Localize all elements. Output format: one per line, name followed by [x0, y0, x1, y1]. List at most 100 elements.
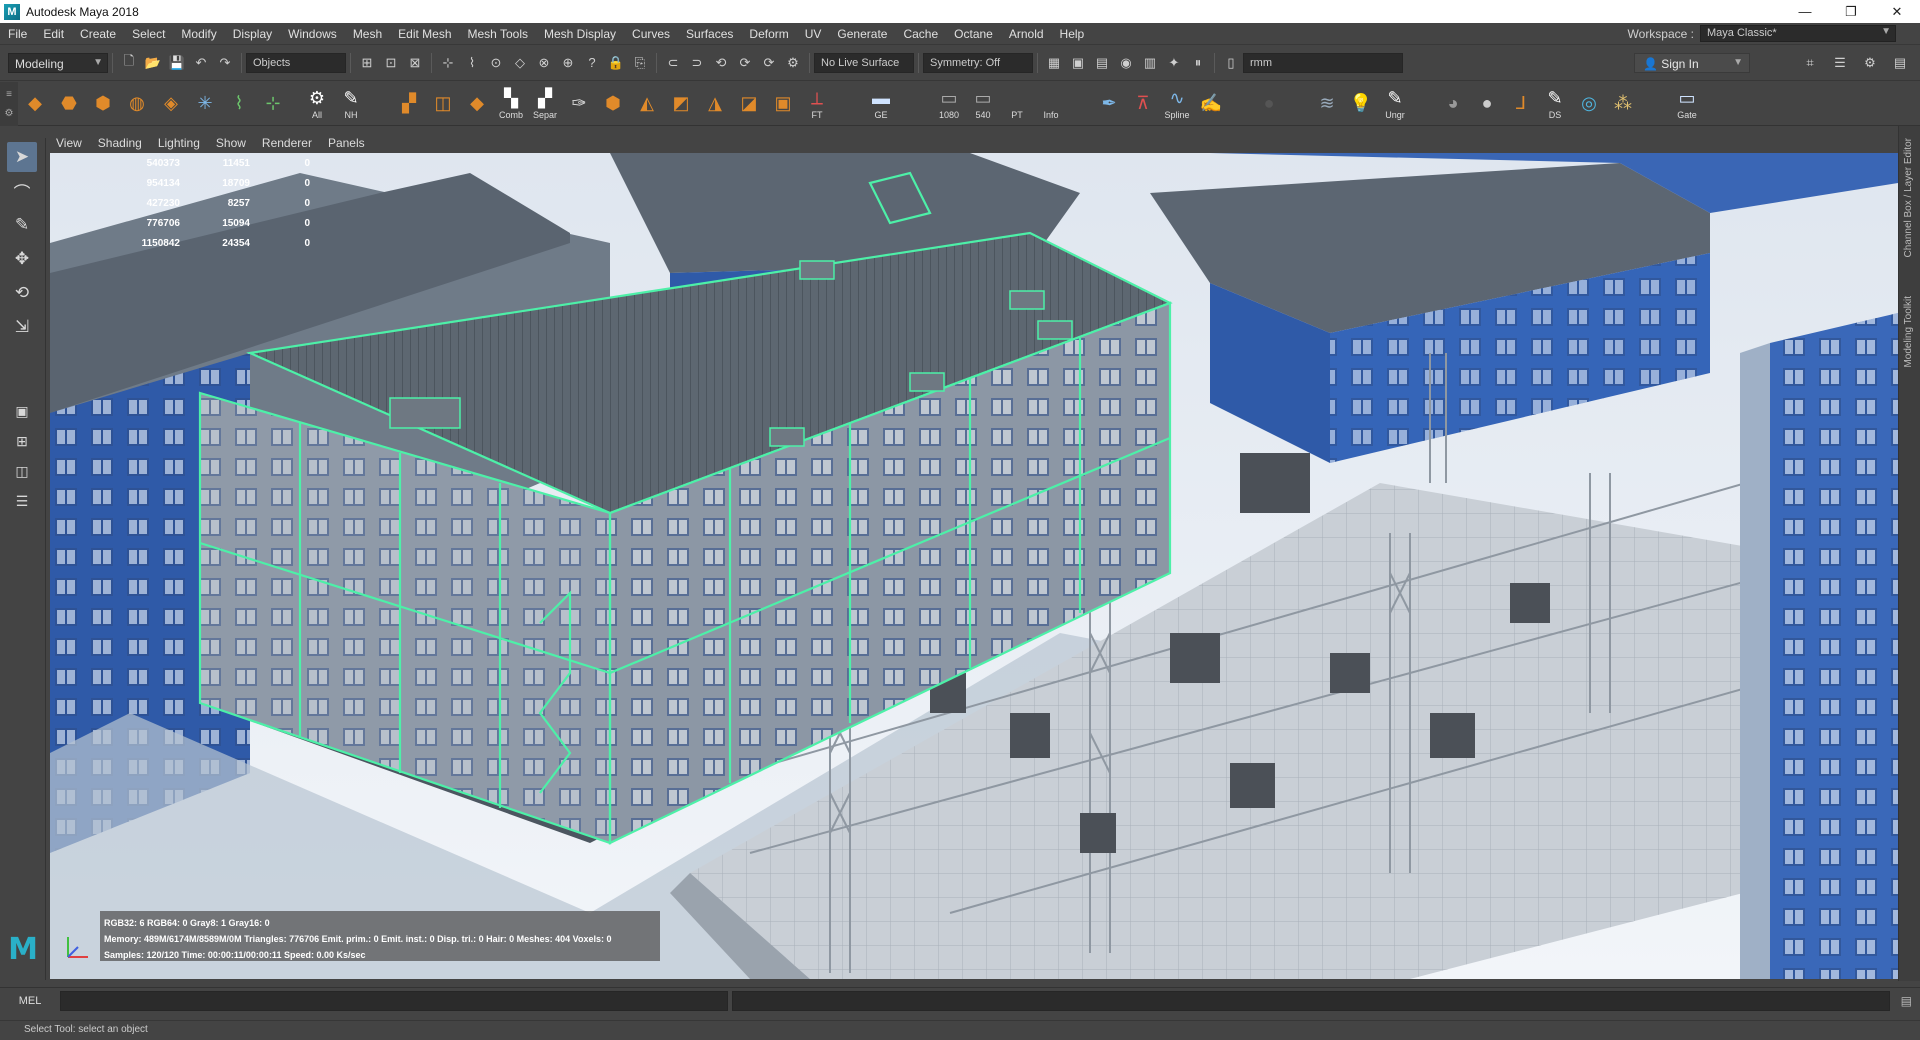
- menu-help[interactable]: Help: [1052, 27, 1093, 41]
- shelf-all-button[interactable]: ⚙ All: [300, 84, 334, 124]
- menu-edit[interactable]: Edit: [35, 27, 72, 41]
- shelf-cube-button[interactable]: ◈: [154, 84, 188, 124]
- shelf-ge-button[interactable]: ▬ GE: [864, 84, 898, 124]
- menu-mesh[interactable]: Mesh: [345, 27, 390, 41]
- menu-surfaces[interactable]: Surfaces: [678, 27, 741, 41]
- hypershade-icon[interactable]: ◉: [1116, 53, 1136, 73]
- menu-deform[interactable]: Deform: [741, 27, 796, 41]
- shelf-ring-button[interactable]: ◎: [1572, 84, 1606, 124]
- selection-mask-dropdown[interactable]: Objects: [246, 52, 346, 73]
- shelf-ep-button[interactable]: ⊼: [1126, 84, 1160, 124]
- history-icon[interactable]: ⎘: [630, 53, 650, 73]
- shelf-comb-button[interactable]: ▚ Comb: [494, 84, 528, 124]
- select-component-icon[interactable]: ⊠: [405, 53, 425, 73]
- panel-menu-show[interactable]: Show: [208, 136, 254, 150]
- light-editor-icon[interactable]: ✦: [1164, 53, 1184, 73]
- select-hierarchy-icon[interactable]: ⊞: [357, 53, 377, 73]
- shelf-poly-button[interactable]: ⬣: [52, 84, 86, 124]
- attribute-editor-icon[interactable]: ☰: [1830, 53, 1850, 73]
- render-setup-icon[interactable]: ▥: [1140, 53, 1160, 73]
- menu-curves[interactable]: Curves: [624, 27, 678, 41]
- new-scene-icon[interactable]: 🗋: [119, 53, 139, 73]
- minimize-button[interactable]: —: [1782, 0, 1828, 23]
- shelf-info-button[interactable]: Info: [1034, 84, 1068, 124]
- menu-generate[interactable]: Generate: [829, 27, 895, 41]
- close-button[interactable]: ✕: [1874, 0, 1920, 23]
- panel-menu-view[interactable]: View: [48, 136, 90, 150]
- menu-display[interactable]: Display: [225, 27, 280, 41]
- shelf-box-button[interactable]: ▣: [766, 84, 800, 124]
- shelf-bridge-button[interactable]: ◫: [426, 84, 460, 124]
- scale-tool-icon[interactable]: ⇲: [7, 312, 37, 342]
- snap-vertex-icon[interactable]: ⊕: [558, 53, 578, 73]
- shelf-gate-button[interactable]: ▭ Gate: [1670, 84, 1704, 124]
- shelf-cube-orange-button[interactable]: ⬢: [596, 84, 630, 124]
- single-pane-icon[interactable]: ▣: [7, 398, 37, 424]
- shelf-1080-button[interactable]: ▭ 1080: [932, 84, 966, 124]
- menu-octane[interactable]: Octane: [946, 27, 1001, 41]
- undo-icon[interactable]: ↶: [191, 53, 211, 73]
- shelf-fill-button[interactable]: ◭: [630, 84, 664, 124]
- shelf-bend-button[interactable]: ⅃: [1504, 84, 1538, 124]
- modeling-toolkit-icon[interactable]: ⌗: [1800, 53, 1820, 73]
- four-pane-icon[interactable]: ⊞: [7, 428, 37, 454]
- shelf-bevel-button[interactable]: ◆: [460, 84, 494, 124]
- menu-file[interactable]: File: [0, 27, 35, 41]
- shelf-spline-button[interactable]: ∿ Spline: [1160, 84, 1194, 124]
- menu-modify[interactable]: Modify: [173, 27, 224, 41]
- menu-create[interactable]: Create: [72, 27, 124, 41]
- shelf-tab-handle[interactable]: ≡ ⚙: [0, 81, 18, 126]
- modeling-toolkit-tab[interactable]: Modeling Toolkit: [1903, 296, 1914, 368]
- menu-uv[interactable]: UV: [797, 27, 830, 41]
- menu-cache[interactable]: Cache: [895, 27, 946, 41]
- snap-surface-icon[interactable]: ⊗: [534, 53, 554, 73]
- script-editor-icon[interactable]: ▤: [1901, 994, 1912, 1008]
- shelf-pt-button[interactable]: PT: [1000, 84, 1034, 124]
- select-object-icon[interactable]: ⊡: [381, 53, 401, 73]
- shelf-pivot-button[interactable]: ⊹: [256, 84, 290, 124]
- render-settings-icon[interactable]: ⚙: [783, 53, 803, 73]
- shelf-separ-button[interactable]: ▞ Separ: [528, 84, 562, 124]
- sidebar-toggle-icon[interactable]: ▯: [1221, 53, 1241, 73]
- make-live-icon[interactable]: ?: [582, 53, 602, 73]
- shelf-light-button[interactable]: 💡: [1344, 84, 1378, 124]
- shelf-ft-button[interactable]: ⟂ FT: [800, 84, 834, 124]
- render-view-icon[interactable]: ▦: [1044, 53, 1064, 73]
- search-field[interactable]: rmm: [1243, 52, 1403, 73]
- shelf-mirror-button[interactable]: ◩: [664, 84, 698, 124]
- shelf-brush-button[interactable]: ✍: [1194, 84, 1228, 124]
- shelf-540-button[interactable]: ▭ 540: [966, 84, 1000, 124]
- menu-edit-mesh[interactable]: Edit Mesh: [390, 27, 459, 41]
- shelf-sphere-button[interactable]: ◆: [18, 84, 52, 124]
- shelf-ungr-button[interactable]: ✎ Ungr: [1378, 84, 1412, 124]
- shelf-star-button[interactable]: ✳: [188, 84, 222, 124]
- construction-history-icon[interactable]: ⟲: [711, 53, 731, 73]
- shelf-layers-button[interactable]: ≋: [1310, 84, 1344, 124]
- shelf-cylinder-button[interactable]: ⬢: [86, 84, 120, 124]
- rotate-tool-icon[interactable]: ⟲: [7, 278, 37, 308]
- select-tool-icon[interactable]: ➤: [7, 142, 37, 172]
- move-tool-icon[interactable]: ✥: [7, 244, 37, 274]
- symmetry-dropdown[interactable]: Symmetry: Off: [923, 52, 1033, 73]
- panel-menu-shading[interactable]: Shading: [90, 136, 150, 150]
- shelf-torus-button[interactable]: ◍: [120, 84, 154, 124]
- menu-mesh-display[interactable]: Mesh Display: [536, 27, 624, 41]
- snap-point-icon[interactable]: ⊙: [486, 53, 506, 73]
- snap-plane-icon[interactable]: ◇: [510, 53, 530, 73]
- shelf-curve-button[interactable]: ⌇: [222, 84, 256, 124]
- maximize-button[interactable]: ❐: [1828, 0, 1874, 23]
- redo-icon[interactable]: ↷: [215, 53, 235, 73]
- panel-menu-panels[interactable]: Panels: [320, 136, 373, 150]
- shelf-paint-button[interactable]: ✒: [1092, 84, 1126, 124]
- shelf-sphere-grey-button[interactable]: ◕: [1436, 84, 1470, 124]
- shelf-sphere-dark-button[interactable]: ●: [1252, 84, 1286, 124]
- tool-settings-icon[interactable]: ⚙: [1860, 53, 1880, 73]
- ipr-icon[interactable]: ▤: [1092, 53, 1112, 73]
- menu-arnold[interactable]: Arnold: [1001, 27, 1052, 41]
- lock-icon[interactable]: 🔒: [606, 53, 626, 73]
- channel-box-icon[interactable]: ▤: [1890, 53, 1910, 73]
- shelf-wedge-button[interactable]: ◮: [698, 84, 732, 124]
- shelf-sphere-white-button[interactable]: ●: [1470, 84, 1504, 124]
- menu-windows[interactable]: Windows: [280, 27, 345, 41]
- lasso-tool-icon[interactable]: ⌒: [7, 176, 37, 206]
